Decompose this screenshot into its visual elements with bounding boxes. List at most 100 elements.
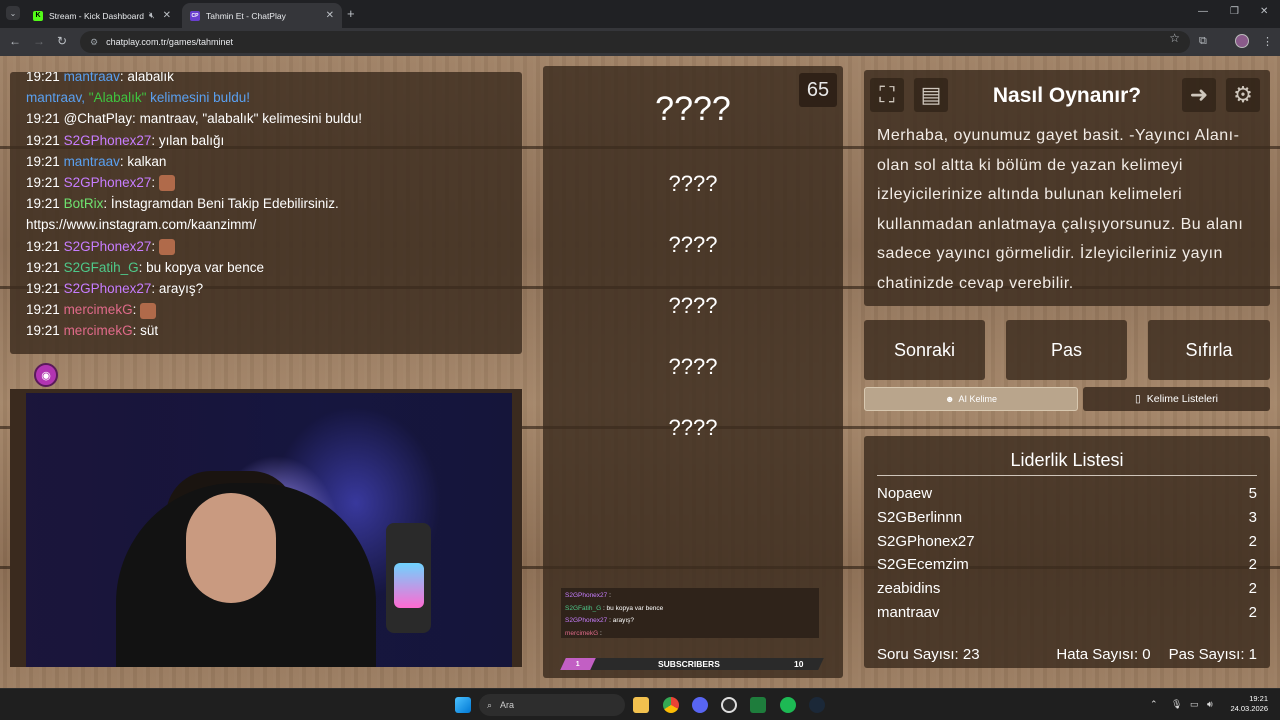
- kick-favicon-icon: K: [33, 10, 43, 21]
- next-button[interactable]: Sonraki: [864, 320, 985, 380]
- chat-username[interactable]: S2GPhonex27: [64, 281, 152, 296]
- minimize-icon[interactable]: —: [1198, 6, 1208, 17]
- steam-icon[interactable]: [809, 697, 825, 713]
- chat-text: arayış?: [155, 281, 204, 297]
- volume-icon[interactable]: 🔊︎: [1207, 699, 1213, 710]
- profile-avatar[interactable]: [1235, 34, 1249, 48]
- chrome-icon[interactable]: [663, 697, 679, 713]
- webcam-mic-light: [394, 563, 424, 608]
- webcam-frame: [10, 389, 522, 667]
- bookmark-star-icon[interactable]: ☆: [1169, 31, 1180, 45]
- emote-icon: [140, 302, 157, 319]
- restore-icon[interactable]: ❐: [1230, 6, 1239, 17]
- leaderboard-row: aleynaa101: [877, 625, 1257, 626]
- close-tab-icon[interactable]: ✕: [326, 10, 334, 21]
- obs-icon[interactable]: [721, 697, 737, 713]
- clock[interactable]: 19:21 24.03.2026: [1230, 694, 1268, 714]
- error-count: Hata Sayısı: 0: [1056, 646, 1151, 663]
- reset-button[interactable]: Sıfırla: [1148, 320, 1270, 380]
- taskbar-search[interactable]: ⌕ Ara: [479, 694, 625, 716]
- chat-message: 19:21 @ChatPlay: mantraav, "alabalık" ke…: [26, 108, 506, 129]
- word-panel: 65 ???? ???? ???? ???? ???? ???? S2GPhon…: [543, 66, 843, 678]
- chat-timestamp: 19:21: [26, 72, 60, 84]
- list-icon: ▯: [1135, 393, 1141, 405]
- leaderboard-title: Liderlik Listesi: [877, 450, 1257, 476]
- forbidden-word: ????: [668, 232, 718, 257]
- new-tab-button[interactable]: +: [347, 6, 355, 21]
- overlay-chat: S2GPhonex27 : S2GFatih_G : bu kopya var …: [561, 588, 819, 638]
- back-icon[interactable]: ←: [9, 34, 21, 48]
- exit-icon[interactable]: ➜: [1182, 78, 1216, 112]
- chat-message: 19:21 S2GPhonex27:: [26, 236, 506, 257]
- menu-icon[interactable]: ⋮: [1262, 35, 1273, 48]
- chat-username[interactable]: BotRix: [64, 196, 104, 211]
- chat-username[interactable]: mercimekG: [64, 302, 133, 317]
- tab-title: Tahmin Et - ChatPlay: [206, 10, 286, 21]
- subscriber-count: 10: [793, 659, 803, 669]
- overlay-chat-line: mercimekG :: [565, 629, 602, 637]
- chat-message: 19:21 S2GFatih_G: bu kopya var bence: [26, 257, 506, 278]
- start-windows-icon[interactable]: [455, 697, 471, 713]
- clock-time: 19:21: [1249, 694, 1268, 703]
- emote-icon: [158, 175, 175, 192]
- chat-username[interactable]: S2GFatih_G: [64, 260, 139, 275]
- chat-username[interactable]: mantraav: [64, 72, 120, 84]
- chat-text: İnstagramdan Beni Takip Edebilirsiniz.: [107, 196, 339, 212]
- extensions-icon[interactable]: ⧉: [1199, 35, 1207, 48]
- windows-taskbar: ⌕ Ara ⌃ 🎙︎ ▭ 🔊︎ 19:21 24.03.2026: [0, 688, 1280, 720]
- chat-username[interactable]: mantraav,: [26, 90, 89, 105]
- robot-icon: ☻: [945, 394, 955, 404]
- chat-timestamp: 19:21: [26, 175, 60, 191]
- taskbar-search-label: Ara: [500, 700, 515, 710]
- forward-icon[interactable]: →: [33, 34, 45, 48]
- chat-text: yılan balığı: [155, 132, 225, 148]
- chat-message: https://www.instagram.com/kaanzimm/: [26, 214, 506, 235]
- discord-icon[interactable]: [692, 697, 708, 713]
- search-icon: ⌕: [487, 699, 493, 710]
- muted-speaker-icon[interactable]: 🔇︎: [149, 10, 155, 21]
- chat-message: 19:21 mantraav: kalkan: [26, 151, 506, 172]
- tray-chevron-icon[interactable]: ⌃: [1150, 699, 1158, 710]
- file-explorer-icon[interactable]: [633, 697, 649, 713]
- overlay-chat-line: S2GFatih_G : bu kopya var bence: [565, 604, 664, 612]
- leaderboard-row: mantraav 2: [877, 603, 1257, 621]
- leaderboard-row: S2GPhonex27 2: [877, 532, 1257, 550]
- tab-chatplay[interactable]: CP Tahmin Et - ChatPlay ✕: [182, 3, 342, 28]
- chat-username[interactable]: S2GPhonex27: [64, 175, 152, 190]
- ai-word-button[interactable]: ☻ AI Kelime: [864, 387, 1078, 411]
- tab-title: Stream - Kick Dashboard: [49, 10, 144, 21]
- leaderboard-list[interactable]: Nopaew 5 S2GBerlinnn 3 S2GPhonex27 2 S2GEce…: [877, 482, 1257, 626]
- settings-gear-icon[interactable]: ⚙︎: [1226, 78, 1260, 112]
- chat-text: kelimesini buldu!: [146, 90, 250, 106]
- chat-username[interactable]: mantraav: [64, 154, 120, 169]
- pass-count: Pas Sayısı: 1: [1168, 646, 1257, 663]
- tab-kick-dashboard[interactable]: K Stream - Kick Dashboard 🔇︎ ✕: [25, 3, 179, 28]
- question-count: Soru Sayısı: 23: [877, 646, 980, 663]
- chat-timestamp: 19:21: [26, 259, 60, 275]
- display-icon[interactable]: ▭: [1190, 699, 1199, 710]
- chat-username[interactable]: S2GPhonex27: [64, 133, 152, 148]
- webcam-video: [26, 393, 512, 667]
- chat-message: 19:21 BotRix: İnstagramdan Beni Takip Ed…: [26, 193, 506, 214]
- close-tab-icon[interactable]: ✕: [163, 10, 171, 21]
- subscriber-goal-badge: 1: [560, 658, 596, 670]
- word-lists-button[interactable]: ▯ Kelime Listeleri: [1083, 387, 1270, 411]
- chat-message: 19:21 mercimekG:: [26, 299, 506, 320]
- forbidden-word: ????: [668, 171, 718, 196]
- close-window-icon[interactable]: ✕: [1260, 6, 1268, 17]
- chat-timestamp: 19:21: [26, 132, 60, 148]
- address-bar[interactable]: ⚙︎ chatplay.com.tr/games/tahminet: [80, 31, 1190, 53]
- microphone-icon[interactable]: 🎙︎: [1171, 699, 1182, 710]
- chat-timestamp: 19:21: [26, 238, 60, 254]
- leaderboard-row: S2GBerlinnn 3: [877, 508, 1257, 526]
- chat-timestamp: 19:21: [26, 153, 60, 169]
- kick-app-icon[interactable]: [750, 697, 766, 713]
- spotify-icon[interactable]: [780, 697, 796, 713]
- reload-icon[interactable]: ↻: [57, 34, 67, 48]
- chat-username[interactable]: S2GPhonex27: [64, 239, 152, 254]
- site-info-icon[interactable]: ⚙︎: [90, 37, 98, 48]
- pass-button[interactable]: Pas: [1006, 320, 1127, 380]
- chat-username[interactable]: mercimekG: [64, 323, 133, 338]
- chat-username[interactable]: @ChatPlay: [64, 111, 132, 126]
- tab-search-button[interactable]: ⌄: [6, 6, 20, 20]
